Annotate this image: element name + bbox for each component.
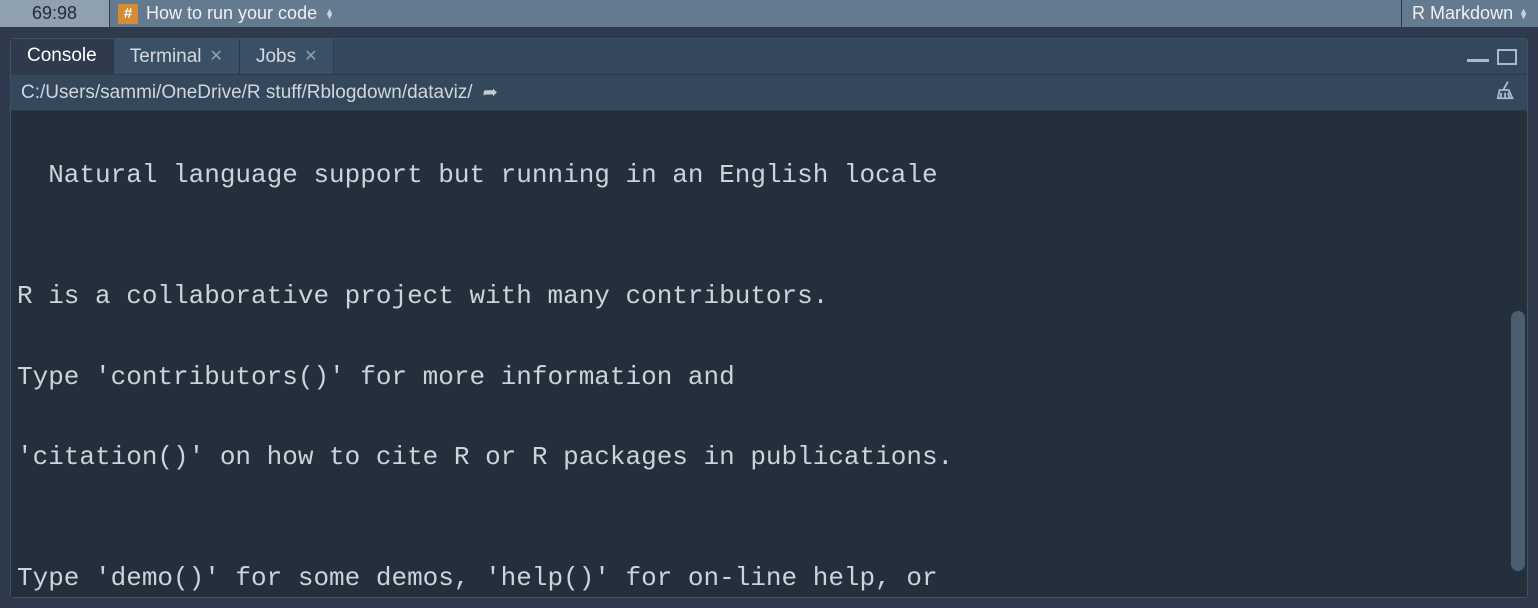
go-to-directory-icon[interactable]: ➦	[483, 82, 498, 103]
document-type-label: R Markdown	[1412, 3, 1513, 24]
console-line: 'citation()' on how to cite R or R packa…	[17, 437, 1521, 477]
vertical-scrollbar[interactable]	[1511, 311, 1525, 571]
heading-hash-icon: #	[118, 4, 138, 24]
tab-label: Console	[27, 45, 97, 67]
heading-label: How to run your code	[146, 3, 317, 24]
tab-terminal[interactable]: Terminal ✕	[114, 39, 240, 74]
pane-controls	[1467, 39, 1527, 74]
console-panel: Console Terminal ✕ Jobs ✕ C:/Users/sammi…	[10, 38, 1528, 598]
chevron-updown-icon: ▲▼	[325, 9, 334, 19]
cursor-position: 69:98	[0, 0, 110, 27]
console-line: Type 'contributors()' for more informati…	[17, 357, 1521, 397]
console-line: Natural language support but running in …	[17, 155, 1521, 195]
chevron-updown-icon: ▲▼	[1519, 9, 1528, 19]
console-output[interactable]: Natural language support but running in …	[11, 111, 1527, 597]
editor-status-bar: 69:98 # How to run your code ▲▼ R Markdo…	[0, 0, 1538, 28]
clear-console-icon[interactable]	[1495, 79, 1517, 107]
working-directory-path[interactable]: C:/Users/sammi/OneDrive/R stuff/Rblogdow…	[21, 82, 473, 104]
tab-jobs[interactable]: Jobs ✕	[240, 39, 335, 74]
maximize-pane-icon[interactable]	[1497, 49, 1517, 65]
console-line: R is a collaborative project with many c…	[17, 276, 1521, 316]
document-type-picker[interactable]: R Markdown ▲▼	[1401, 0, 1538, 27]
close-icon[interactable]: ✕	[210, 49, 223, 65]
tab-label: Jobs	[256, 46, 296, 68]
minimize-pane-icon[interactable]	[1467, 56, 1489, 62]
tab-console[interactable]: Console	[11, 39, 114, 75]
tab-label: Terminal	[130, 46, 202, 68]
heading-navigator[interactable]: # How to run your code ▲▼	[110, 0, 1401, 27]
close-icon[interactable]: ✕	[304, 49, 317, 65]
panel-tabstrip: Console Terminal ✕ Jobs ✕	[11, 39, 1527, 75]
console-line: Type 'demo()' for some demos, 'help()' f…	[17, 558, 1521, 597]
console-path-bar: C:/Users/sammi/OneDrive/R stuff/Rblogdow…	[11, 75, 1527, 111]
